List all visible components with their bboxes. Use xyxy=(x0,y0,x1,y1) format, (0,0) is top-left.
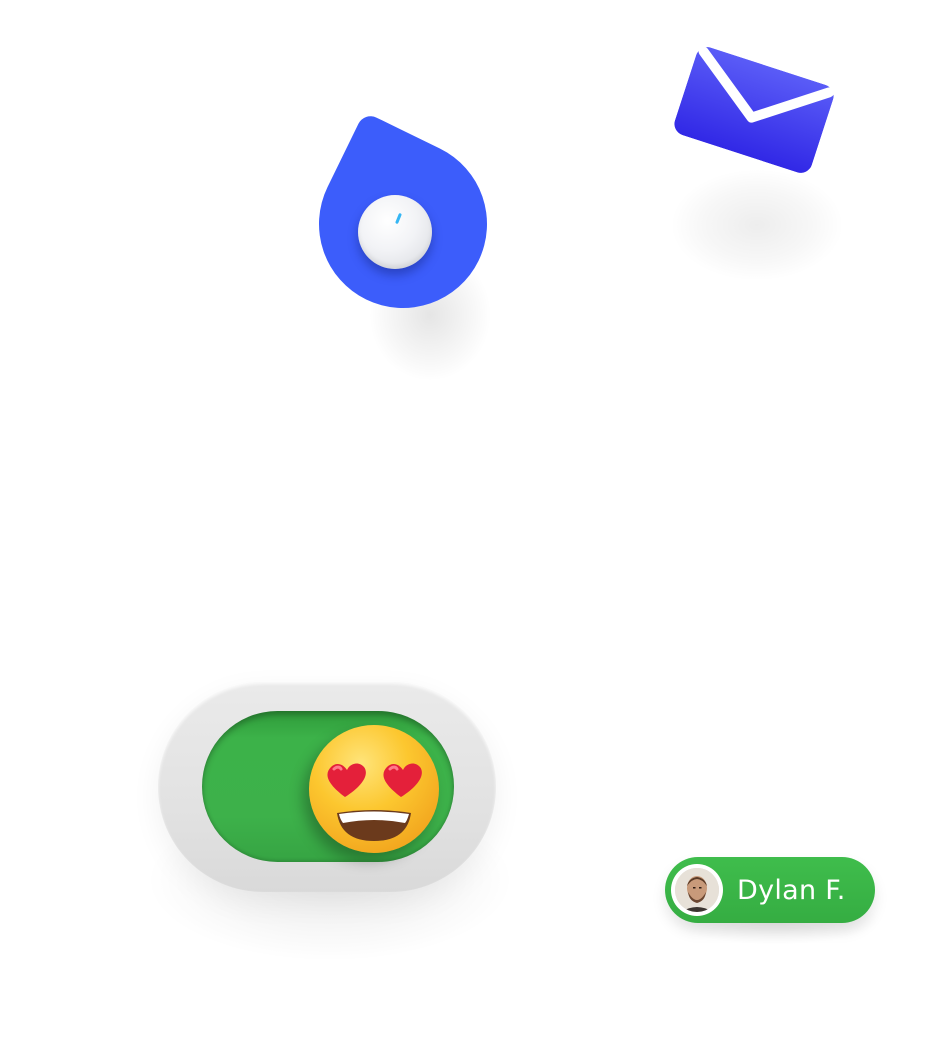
envelope-shadow xyxy=(672,170,842,280)
user-avatar-photo xyxy=(675,868,719,912)
user-name: Dylan F. xyxy=(737,874,846,906)
user-chip[interactable]: Dylan F. xyxy=(665,857,875,923)
heart-eyes-emoji[interactable] xyxy=(309,725,439,853)
dial-knob[interactable] xyxy=(358,195,432,269)
knob-indicator xyxy=(395,212,402,225)
envelope-icon[interactable] xyxy=(671,44,836,176)
avatar[interactable] xyxy=(671,864,723,916)
illustration-canvas: Dylan F. xyxy=(0,0,928,1056)
